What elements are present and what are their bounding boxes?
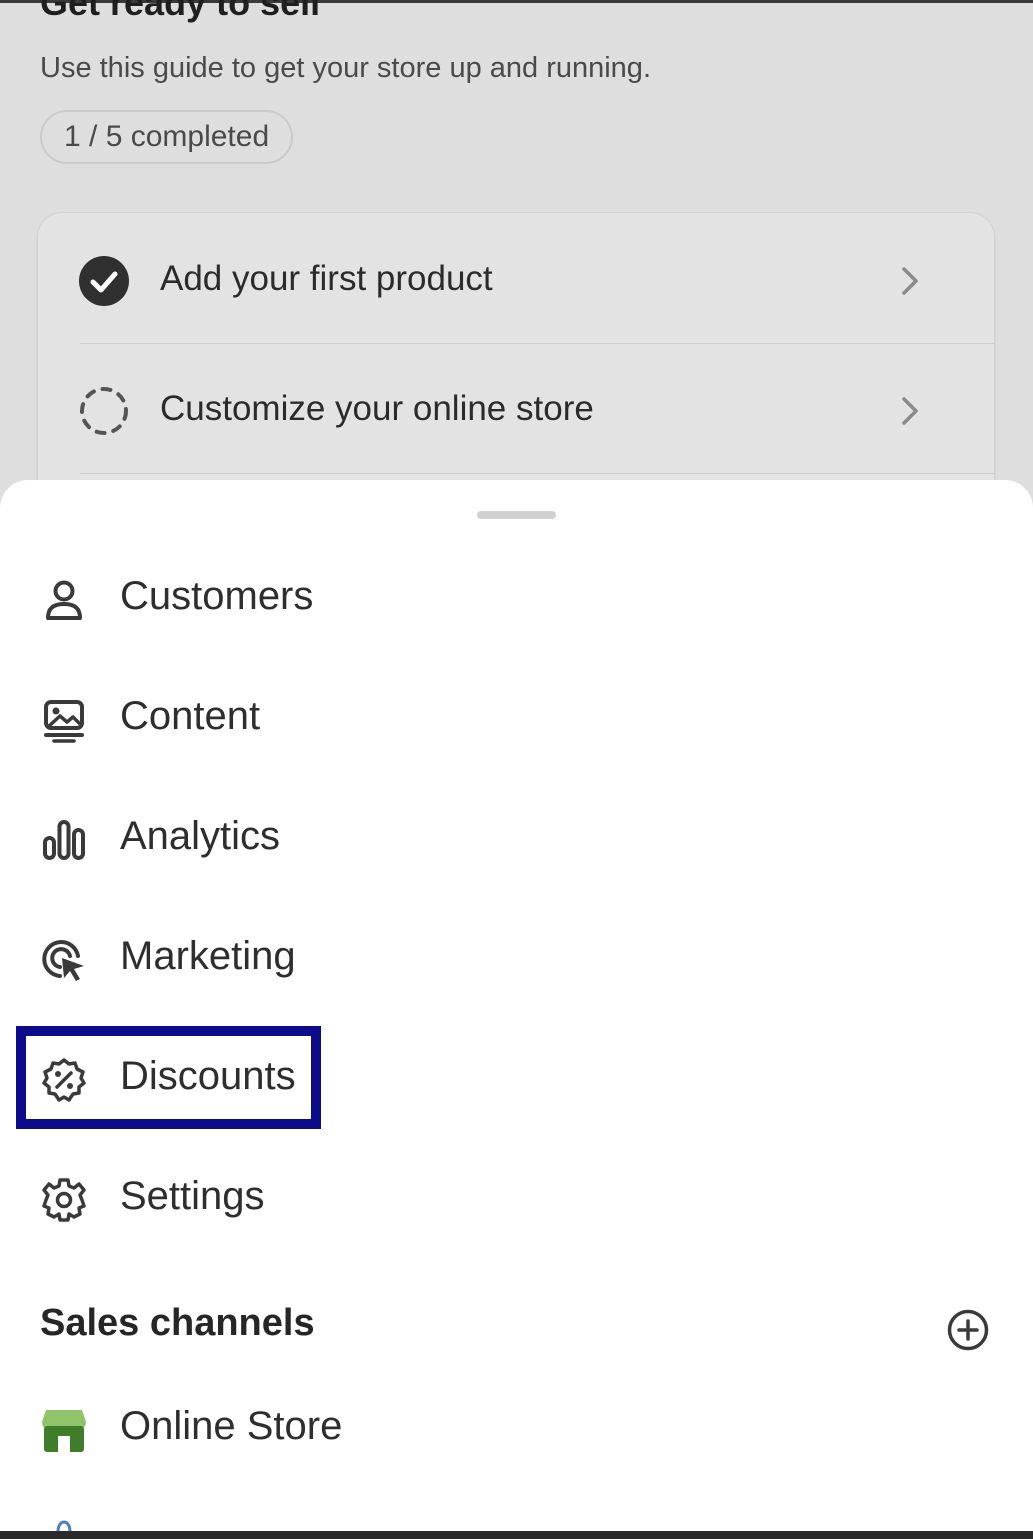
menu-item-discounts[interactable]: Discounts	[0, 1032, 1033, 1132]
store-icon	[42, 1410, 86, 1452]
menu-item-marketing[interactable]: Marketing	[0, 912, 1033, 1012]
menu-item-content[interactable]: Content	[0, 672, 1033, 772]
chevron-right-icon	[902, 397, 918, 425]
menu-label: Content	[120, 694, 261, 738]
person-icon	[46, 580, 82, 620]
target-cursor-icon	[42, 940, 84, 981]
discount-badge-icon	[42, 1058, 86, 1102]
task-label: Add your first product	[160, 259, 493, 298]
menu-item-analytics[interactable]: Analytics	[0, 792, 1033, 892]
menu-item-settings[interactable]: Settings	[0, 1152, 1033, 1252]
plus-circle-icon[interactable]	[946, 1308, 990, 1352]
sheet-drag-handle[interactable]	[477, 511, 556, 519]
image-icon	[44, 700, 84, 743]
menu-label: Marketing	[120, 934, 296, 978]
menu-item-customers[interactable]: Customers	[0, 552, 1033, 652]
menu-label: Analytics	[120, 814, 281, 858]
sales-channel-online-store[interactable]: Online Store	[0, 1382, 1033, 1482]
menu-label: Discounts	[120, 1054, 296, 1098]
bar-chart-icon	[43, 820, 85, 860]
sales-channels-heading: Sales channels	[40, 1302, 315, 1344]
check-circle-icon	[79, 256, 129, 306]
divider	[80, 473, 994, 474]
gear-icon	[42, 1178, 86, 1222]
menu-label: Settings	[120, 1174, 265, 1218]
dashed-circle-icon	[80, 387, 128, 435]
menu-label: Customers	[120, 574, 314, 618]
setup-guide: Get ready to sell Use this guide to get …	[0, 0, 1033, 513]
progress-badge: 1 / 5 completed	[40, 110, 294, 164]
divider	[80, 343, 994, 344]
chevron-right-icon	[902, 267, 918, 295]
menu-label: Online Store	[120, 1404, 343, 1448]
guide-subtitle: Use this guide to get your store up and …	[40, 52, 651, 84]
partial-channel-icon	[56, 1520, 72, 1531]
task-add-product[interactable]: Add your first product	[38, 215, 994, 345]
navigation-sheet: Customers Content Analytics Marketing Di…	[0, 480, 1033, 1531]
task-card: Add your first product Customize your on…	[38, 213, 994, 513]
guide-title: Get ready to sell	[40, 0, 321, 23]
task-label: Customize your online store	[160, 389, 594, 428]
bottom-bar	[0, 1531, 1033, 1539]
task-customize-store[interactable]: Customize your online store	[38, 345, 994, 475]
